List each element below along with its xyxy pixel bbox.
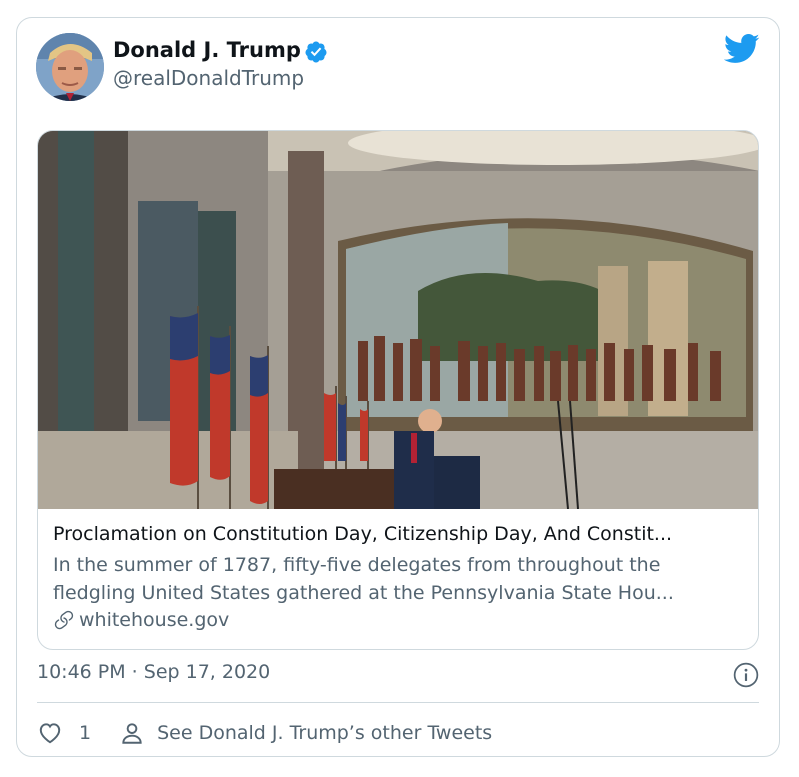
author-handle[interactable]: @realDonaldTrump xyxy=(113,66,304,90)
tweet-timestamp[interactable]: 10:46 PM · Sep 17, 2020 xyxy=(37,661,270,683)
link-card-title: Proclamation on Constitution Day, Citize… xyxy=(53,523,673,545)
link-card-description: In the summer of 1787, fifty-five delega… xyxy=(53,554,674,604)
link-domain-text: whitehouse.gov xyxy=(79,609,230,631)
person-icon[interactable] xyxy=(119,720,145,746)
tweet-actions: 1 See Donald J. Trump’s other Tweets xyxy=(37,718,492,748)
author-name[interactable]: Donald J. Trump xyxy=(113,38,301,62)
divider xyxy=(37,702,759,703)
link-icon xyxy=(54,610,74,630)
info-icon[interactable] xyxy=(733,662,759,688)
heart-icon[interactable] xyxy=(37,720,63,746)
preview-image xyxy=(38,131,758,509)
twitter-bird-icon[interactable] xyxy=(724,34,760,64)
link-card-domain: whitehouse.gov xyxy=(53,609,229,631)
like-count[interactable]: 1 xyxy=(79,722,91,744)
avatar[interactable] xyxy=(36,33,104,101)
verified-badge-icon xyxy=(305,41,327,63)
see-other-tweets-link[interactable]: See Donald J. Trump’s other Tweets xyxy=(157,722,492,744)
link-preview-card[interactable]: Proclamation on Constitution Day, Citize… xyxy=(37,130,759,650)
